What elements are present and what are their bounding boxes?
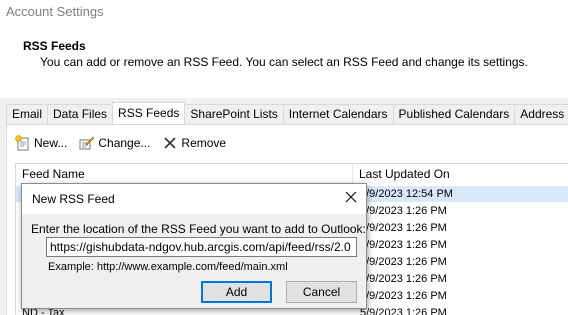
dialog-example: Example: http://www.example.com/feed/mai… — [48, 261, 288, 273]
remove-x-icon — [162, 135, 178, 151]
rss-url-input[interactable] — [46, 237, 357, 257]
tab-email[interactable]: Email — [6, 104, 49, 124]
remove-button-label: Remove — [181, 136, 227, 150]
column-header-last-updated[interactable]: Last Updated On — [353, 164, 568, 184]
toolbar: New... Change... Remove — [15, 134, 238, 152]
feed-updated: 5/9/2023 1:26 PM — [360, 290, 447, 302]
dialog-prompt: Enter the location of the RSS Feed you w… — [31, 222, 366, 236]
remove-button[interactable]: Remove — [162, 134, 226, 152]
tab-strip: Email Data Files RSS Feeds SharePoint Li… — [6, 102, 568, 124]
tab-internet-calendars[interactable]: Internet Calendars — [282, 104, 394, 124]
change-button[interactable]: Change... — [79, 134, 150, 152]
tab-published-calendars[interactable]: Published Calendars — [392, 104, 516, 124]
dialog-title: New RSS Feed — [32, 192, 115, 206]
new-button[interactable]: New... — [15, 134, 67, 152]
change-button-label: Change... — [98, 136, 151, 150]
tab-sharepoint-lists[interactable]: SharePoint Lists — [184, 104, 284, 124]
cancel-button[interactable]: Cancel — [286, 281, 357, 303]
header-area: RSS Feeds You can add or remove an RSS F… — [0, 28, 568, 98]
dialog-close-button[interactable] — [336, 184, 366, 214]
header-description: You can add or remove an RSS Feed. You c… — [40, 55, 528, 69]
feed-updated: 5/9/2023 1:26 PM — [360, 205, 447, 217]
feed-updated: 5/9/2023 1:26 PM — [360, 307, 447, 315]
dialog-titlebar[interactable]: New RSS Feed — [22, 184, 366, 214]
header-title: RSS Feeds — [23, 39, 86, 53]
feed-updated: 5/9/2023 1:26 PM — [360, 256, 447, 268]
column-header-feed-name[interactable]: Feed Name — [16, 164, 353, 184]
feed-updated: 5/9/2023 12:54 PM — [360, 188, 453, 200]
feed-updated: 5/9/2023 1:26 PM — [360, 273, 447, 285]
new-rss-feed-dialog: New RSS Feed Enter the location of the R… — [21, 183, 367, 309]
new-feed-icon — [15, 135, 31, 151]
add-button[interactable]: Add — [201, 281, 272, 303]
feed-updated: 5/9/2023 1:26 PM — [360, 239, 447, 251]
tab-address-books[interactable]: Address Boo — [514, 104, 568, 124]
tab-data-files[interactable]: Data Files — [47, 104, 114, 124]
feed-updated: 5/9/2023 1:26 PM — [360, 222, 447, 234]
new-button-label: New... — [34, 136, 68, 150]
change-feed-icon — [79, 135, 95, 151]
window-title: Account Settings — [6, 4, 104, 19]
account-settings-window: Account Settings RSS Feeds You can add o… — [0, 0, 568, 315]
tab-rss-feeds[interactable]: RSS Feeds — [112, 102, 186, 124]
close-icon — [345, 190, 357, 208]
